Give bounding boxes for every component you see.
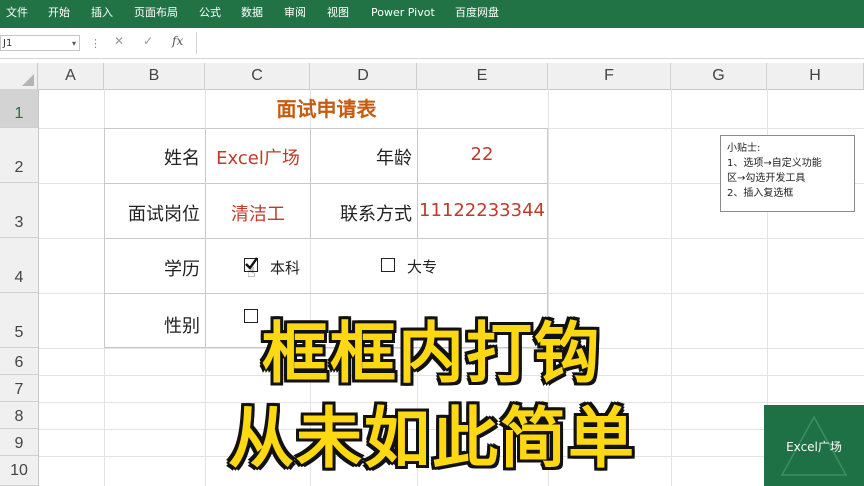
more-icon: ⋮: [90, 37, 101, 50]
age-value[interactable]: 22: [417, 144, 547, 165]
check-icon[interactable]: ✓: [143, 34, 153, 48]
insert-function-icon[interactable]: fx: [172, 34, 183, 48]
row-header-3[interactable]: 3: [0, 183, 38, 238]
caption-line-2: 从未如此简单: [228, 400, 636, 477]
row-header-4[interactable]: 4: [0, 238, 38, 293]
tab-file[interactable]: 文件: [6, 0, 28, 28]
tab-insert[interactable]: 插入: [91, 0, 113, 28]
row-header-1[interactable]: 1: [0, 89, 38, 128]
column-header-g[interactable]: G: [671, 63, 767, 89]
column-header-c[interactable]: C: [205, 63, 310, 89]
tip-line: 小贴士:: [727, 143, 761, 154]
tab-home[interactable]: 开始: [48, 0, 70, 28]
tab-page-layout[interactable]: 页面布局: [134, 0, 178, 28]
tab-data[interactable]: 数据: [241, 0, 263, 28]
name-box[interactable]: J1 ▾: [0, 35, 80, 51]
row-header-2[interactable]: 2: [0, 128, 38, 183]
name-box-value: J1: [3, 38, 13, 49]
ribbon-menu: 文件 开始 插入 页面布局 公式 数据 审阅 视图 Power Pivot 百度…: [0, 0, 864, 28]
column-header-f[interactable]: F: [548, 63, 671, 89]
column-header-d[interactable]: D: [310, 63, 417, 89]
tab-review[interactable]: 审阅: [284, 0, 306, 28]
tab-view[interactable]: 视图: [327, 0, 349, 28]
chevron-down-icon[interactable]: ▾: [72, 36, 76, 52]
tip-line: 1、选项→自定义功能: [727, 158, 822, 169]
position-label: 面试岗位: [128, 204, 200, 225]
contact-label: 联系方式: [340, 204, 412, 225]
position-value[interactable]: 清洁工: [205, 200, 311, 226]
table-border: [104, 128, 548, 129]
table-border: [104, 238, 548, 239]
form-title: 面试申请表: [276, 97, 377, 121]
select-all-corner[interactable]: [0, 63, 38, 89]
table-border: [104, 293, 548, 294]
caption-line-1: 框框内打钩: [262, 315, 602, 392]
tip-textbox: 小贴士: 1、选项→自定义功能 区→勾选开发工具 2、插入复选框: [720, 135, 855, 212]
education-label: 学历: [164, 259, 200, 280]
name-value[interactable]: Excel广场: [205, 144, 311, 170]
tab-baidu-netdisk[interactable]: 百度网盘: [455, 0, 499, 28]
close-icon[interactable]: ✕: [114, 34, 124, 48]
tab-power-pivot[interactable]: Power Pivot: [371, 0, 435, 28]
name-label: 姓名: [164, 148, 200, 169]
associate-checkbox[interactable]: [381, 258, 395, 272]
bachelor-label: 本科: [270, 259, 301, 277]
column-header-b[interactable]: B: [104, 63, 205, 89]
column-header-e[interactable]: E: [417, 63, 548, 89]
tip-line: 区→勾选开发工具: [727, 173, 806, 184]
column-header-bar: A B C D E F G H: [0, 63, 864, 90]
column-header-a[interactable]: A: [38, 63, 104, 89]
contact-value[interactable]: 11122233344: [417, 200, 547, 221]
tip-line: 2、插入复选框: [727, 188, 794, 199]
column-header-h[interactable]: H: [767, 63, 864, 89]
tab-formulas[interactable]: 公式: [199, 0, 221, 28]
table-border: [104, 183, 548, 184]
formula-input[interactable]: [196, 32, 864, 54]
age-label: 年龄: [376, 148, 412, 169]
hand-cursor-icon: ☝: [247, 265, 256, 281]
associate-label: 大专: [407, 258, 438, 276]
formula-bar: J1 ▾ ⋮ ✕ ✓ fx: [0, 28, 864, 59]
